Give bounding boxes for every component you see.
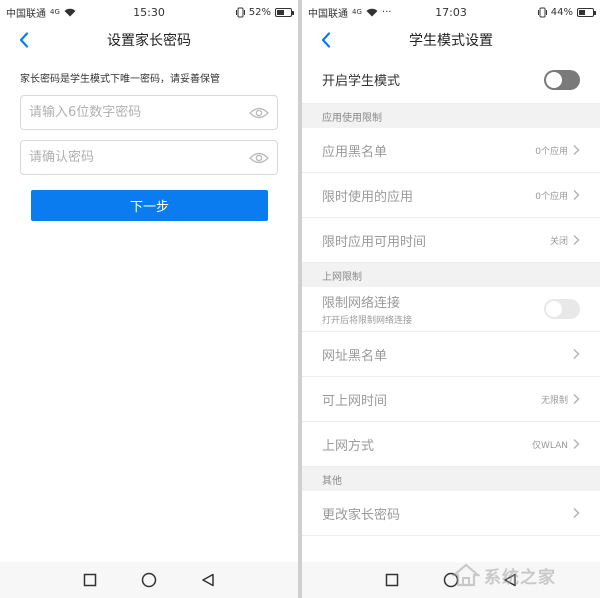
net-mode-label: 上网方式 — [322, 438, 375, 454]
back-arrow-icon — [19, 32, 29, 48]
system-nav-bar — [0, 562, 298, 598]
toggle-knob — [546, 71, 562, 88]
battery-icon — [275, 7, 294, 17]
house-logo-icon — [452, 563, 480, 587]
chevron-right-icon — [573, 348, 580, 360]
password-hint: 家长密码是学生模式下唯一密码，请妥善保管 — [20, 74, 220, 85]
chevron-right-icon — [573, 144, 580, 156]
status-bar: 中国联通 4G 15:30 52% — [0, 0, 298, 24]
home-icon[interactable] — [141, 572, 157, 588]
back-arrow-icon — [321, 32, 331, 48]
change-password-row[interactable]: 更改家长密码 — [302, 491, 600, 536]
net-mode-row[interactable]: 上网方式 仅WLAN — [302, 422, 600, 467]
battery-percent: 52% — [248, 6, 271, 18]
top-nav: 设置家长密码 — [0, 24, 298, 56]
confirm-password-field — [20, 140, 278, 175]
password-field — [20, 95, 278, 130]
url-blacklist-row[interactable]: 网址黑名单 — [302, 332, 600, 377]
page-title: 设置家长密码 — [107, 33, 191, 49]
recent-apps-icon[interactable] — [83, 573, 97, 587]
net-time-value: 无限制 — [540, 395, 568, 406]
net-time-label: 可上网时间 — [322, 393, 388, 409]
watermark: 系统之家 — [452, 562, 592, 588]
timed-apps-hours-value: 关闭 — [549, 236, 568, 247]
app-blacklist-value: 0个应用 — [535, 146, 568, 157]
net-mode-value: 仅WLAN — [531, 440, 568, 451]
eye-icon[interactable] — [249, 151, 269, 165]
recent-apps-icon[interactable] — [385, 573, 399, 587]
change-password-label: 更改家长密码 — [322, 507, 401, 523]
watermark-text: 系统之家 — [484, 567, 556, 588]
vibrate-icon — [537, 7, 547, 18]
password-input[interactable] — [29, 105, 249, 120]
net-limit-label: 限制网络连接 — [322, 296, 401, 311]
top-nav: 学生模式设置 — [302, 24, 600, 56]
section-net-limits: 上网限制 — [302, 263, 600, 287]
timed-apps-value: 0个应用 — [535, 191, 568, 202]
timed-apps-label: 限时使用的应用 — [322, 189, 414, 205]
eye-icon[interactable] — [249, 106, 269, 120]
chevron-right-icon — [573, 234, 580, 246]
section-app-limits: 应用使用限制 — [302, 104, 600, 128]
chevron-right-icon — [573, 189, 580, 201]
more-notifications-label: ··· — [381, 6, 392, 18]
signal-label: 4G — [352, 8, 362, 16]
timed-apps-hours-label: 限时应用可用时间 — [322, 234, 427, 250]
timed-apps-row[interactable]: 限时使用的应用 0个应用 — [302, 173, 600, 218]
page-title: 学生模式设置 — [409, 33, 493, 49]
net-limit-toggle[interactable] — [544, 299, 580, 319]
vibrate-icon — [235, 7, 245, 18]
section-other: 其他 — [302, 467, 600, 491]
net-time-row[interactable]: 可上网时间 无限制 — [302, 377, 600, 422]
battery-percent: 44% — [550, 6, 573, 18]
chevron-right-icon — [573, 393, 580, 405]
toggle-knob — [546, 301, 562, 317]
timed-apps-hours-row[interactable]: 限时应用可用时间 关闭 — [302, 218, 600, 263]
battery-icon — [577, 7, 596, 17]
net-limit-row[interactable]: 限制网络连接 打开后将限制网络连接 — [302, 287, 600, 332]
student-mode-settings-screen: 中国联通 4G ··· 17:03 44% 学生模式设置 开启学生模式 应用使用… — [302, 0, 600, 598]
signal-label: 4G — [50, 8, 60, 16]
chevron-right-icon — [573, 438, 580, 450]
back-triangle-icon[interactable] — [201, 573, 215, 587]
enable-student-mode-label: 开启学生模式 — [322, 74, 401, 89]
enable-student-mode-row[interactable]: 开启学生模式 — [302, 56, 600, 104]
carrier-label: 中国联通 — [308, 8, 348, 20]
parent-password-screen: 中国联通 4G 15:30 52% 设置家长密码 家长密码是学生模式下唯一密码，… — [0, 0, 298, 598]
app-blacklist-row[interactable]: 应用黑名单 0个应用 — [302, 128, 600, 173]
wifi-icon — [64, 8, 76, 17]
student-mode-toggle[interactable] — [544, 69, 580, 90]
next-button[interactable]: 下一步 — [31, 190, 268, 221]
wifi-icon — [366, 8, 378, 17]
carrier-label: 中国联通 — [6, 8, 46, 20]
net-limit-sublabel: 打开后将限制网络连接 — [322, 316, 413, 326]
confirm-password-input[interactable] — [29, 150, 249, 165]
back-button[interactable] — [14, 30, 34, 50]
back-button[interactable] — [316, 30, 336, 50]
status-bar: 中国联通 4G ··· 17:03 44% — [302, 0, 600, 24]
url-blacklist-label: 网址黑名单 — [322, 348, 388, 364]
app-blacklist-label: 应用黑名单 — [322, 144, 388, 160]
chevron-right-icon — [573, 507, 580, 519]
